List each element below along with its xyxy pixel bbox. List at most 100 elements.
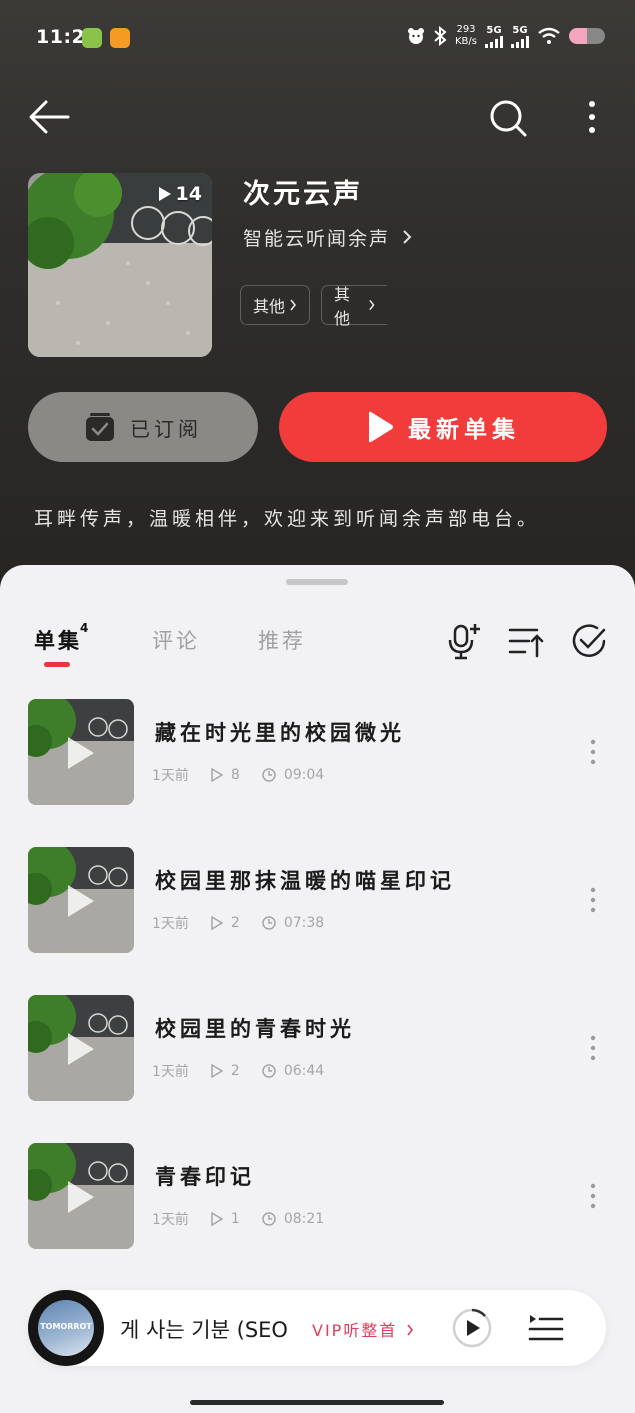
album-cover[interactable]: 14 (28, 173, 212, 357)
subscribed-icon (86, 413, 114, 441)
episode-date: 1天前 (152, 1064, 189, 1080)
album-tag[interactable]: 其他 (240, 285, 311, 325)
play-outline-icon (211, 1064, 223, 1078)
search-icon[interactable] (488, 98, 528, 138)
episode-thumbnail[interactable] (28, 1143, 134, 1249)
play-icon (68, 885, 94, 917)
signal-bars-icon (485, 35, 503, 48)
status-bar: 11:21 293 KB/s 5G 5G (0, 0, 635, 80)
episode-date: 1天前 (152, 768, 189, 784)
episode-play-count: 1 (230, 1211, 240, 1227)
episode-thumbnail[interactable] (28, 699, 134, 805)
tag-label: 其他 (253, 297, 286, 316)
network-speed-unit: KB/s (455, 36, 477, 47)
episode-duration-value: 08:21 (283, 1211, 325, 1227)
episode-title: 校园里那抹温暖的喵星印记 (155, 869, 455, 893)
episode-title: 青春印记 (155, 1165, 255, 1189)
subscribed-button[interactable]: 已订阅 (28, 392, 258, 462)
episode-thumbnail[interactable] (28, 847, 134, 953)
play-latest-label: 最新单集 (408, 417, 520, 443)
episodes-sheet: 单集4 评论 推荐 (0, 565, 635, 1413)
episode-plays: 2 (211, 1063, 240, 1079)
album-tag[interactable]: 其他 (321, 285, 387, 328)
clock-icon (262, 916, 276, 930)
tag-label: 其他 (334, 285, 351, 328)
vip-full-song-link[interactable]: VIP听整首 (312, 1317, 414, 1341)
play-icon (68, 737, 94, 769)
album-description: 耳畔传声，温暖相伴，欢迎来到听闻余声部电台。 (34, 508, 541, 530)
player-cover: TOMORROT (38, 1300, 94, 1356)
check-circle-icon[interactable] (570, 622, 608, 660)
app-notification-icon (110, 28, 130, 48)
play-outline-icon (211, 916, 223, 930)
episode-date: 1天前 (152, 916, 189, 932)
episode-row[interactable]: 校园里的青春时光 1天前 2 06:44 (0, 995, 635, 1103)
more-vertical-icon[interactable] (590, 887, 596, 913)
play-icon (158, 187, 171, 201)
play-latest-button[interactable]: 最新单集 (279, 392, 607, 462)
play-outline-icon (211, 768, 223, 782)
album-author-name: 智能云听闻余声 (243, 228, 391, 250)
app-notification-icon (82, 28, 102, 48)
episode-duration-value: 06:44 (283, 1063, 325, 1079)
player-song-title[interactable]: 게 사는 기분 (SEO (120, 1314, 298, 1344)
more-vertical-icon[interactable] (590, 739, 596, 765)
more-vertical-icon[interactable] (580, 98, 604, 138)
episode-duration: 07:38 (262, 915, 324, 931)
player-disc[interactable]: TOMORROT (28, 1290, 104, 1366)
wifi-icon (538, 27, 560, 44)
tab-comments[interactable]: 评论 (152, 625, 200, 655)
play-outline-icon (211, 1212, 223, 1226)
episode-plays: 1 (211, 1211, 240, 1227)
arrow-left-icon[interactable] (28, 98, 70, 136)
network-speed-value: 293 (456, 24, 476, 35)
signal-label: 5G (512, 24, 528, 36)
episode-duration: 09:04 (262, 767, 324, 783)
episode-meta: 1天前 2 07:38 (152, 913, 346, 933)
battery-icon (569, 28, 605, 44)
episode-play-count: 8 (230, 767, 240, 783)
signal-label: 5G (486, 24, 502, 36)
tab-indicator (44, 662, 70, 667)
subscribed-label: 已订阅 (130, 416, 202, 441)
bear-icon (408, 28, 424, 44)
clock-icon (262, 1212, 276, 1226)
episode-duration: 06:44 (262, 1063, 324, 1079)
bluetooth-icon (434, 26, 447, 46)
episode-date: 1天前 (152, 1212, 189, 1228)
episode-row[interactable]: 校园里那抹温暖的喵星印记 1天前 2 07:38 (0, 847, 635, 955)
episode-meta: 1天前 8 09:04 (152, 765, 346, 785)
episode-meta: 1天前 1 08:21 (152, 1209, 346, 1229)
episode-duration: 08:21 (262, 1211, 324, 1227)
album-author-link[interactable]: 智能云听闻余声 (243, 224, 412, 251)
sheet-drag-handle[interactable] (286, 579, 348, 585)
mic-plus-icon[interactable] (444, 622, 482, 660)
play-icon (369, 411, 393, 443)
status-indicators: 293 KB/s 5G 5G (407, 24, 605, 48)
tab-recommend[interactable]: 推荐 (258, 625, 306, 655)
more-vertical-icon[interactable] (590, 1035, 596, 1061)
episode-title: 校园里的青春时光 (155, 1017, 355, 1041)
mini-player[interactable]: TOMORROT 게 사는 기분 (SEO VIP听整首 (28, 1290, 606, 1366)
home-indicator (190, 1400, 444, 1405)
episode-row[interactable]: 藏在时光里的校园微光 1天前 8 09:04 (0, 699, 635, 807)
playlist-icon[interactable] (528, 1310, 564, 1346)
tab-episodes-label: 单集 (34, 629, 82, 653)
play-icon (68, 1181, 94, 1213)
episode-title: 藏在时光里的校园微光 (155, 721, 405, 745)
sort-icon[interactable] (507, 622, 545, 660)
tab-episodes[interactable]: 单集4 (34, 621, 91, 655)
play-icon[interactable] (452, 1308, 492, 1348)
clock-icon (262, 1064, 276, 1078)
clock-icon (262, 768, 276, 782)
episode-row[interactable]: 青春印记 1天前 1 08:21 (0, 1143, 635, 1251)
episode-thumbnail[interactable] (28, 995, 134, 1101)
episode-plays: 2 (211, 915, 240, 931)
more-vertical-icon[interactable] (590, 1183, 596, 1209)
chevron-right-icon (407, 1324, 414, 1336)
episode-meta: 1天前 2 06:44 (152, 1061, 346, 1081)
chevron-right-icon (403, 230, 412, 244)
player-cover-text: TOMORROT (40, 1322, 92, 1331)
chevron-right-icon (368, 299, 375, 311)
play-icon (68, 1033, 94, 1065)
